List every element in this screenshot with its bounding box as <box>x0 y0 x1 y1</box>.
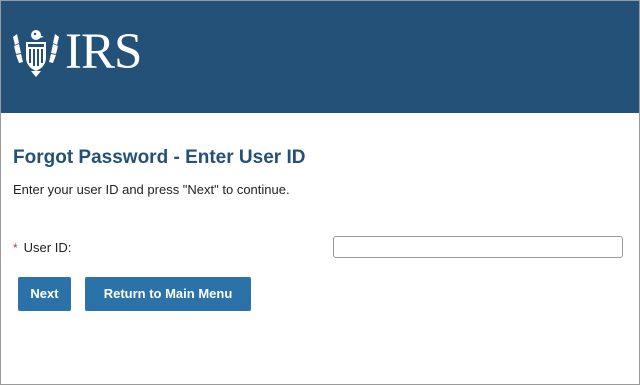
next-button[interactable]: Next <box>18 277 71 311</box>
irs-eagle-icon <box>13 30 59 77</box>
user-id-label-text: User ID: <box>23 240 72 255</box>
return-to-main-menu-button[interactable]: Return to Main Menu <box>85 277 251 311</box>
site-header: IRS <box>1 1 639 113</box>
user-id-input[interactable] <box>333 236 623 258</box>
logo-text: IRS <box>65 24 142 80</box>
instructions-text: Enter your user ID and press "Next" to c… <box>13 182 290 197</box>
irs-logo[interactable]: IRS <box>11 24 142 80</box>
required-marker: * <box>13 241 18 255</box>
page-title: Forgot Password - Enter User ID <box>13 147 306 168</box>
user-id-label: * User ID: <box>13 239 71 257</box>
page-frame: IRS Forgot Password - Enter User ID Ente… <box>0 0 640 385</box>
